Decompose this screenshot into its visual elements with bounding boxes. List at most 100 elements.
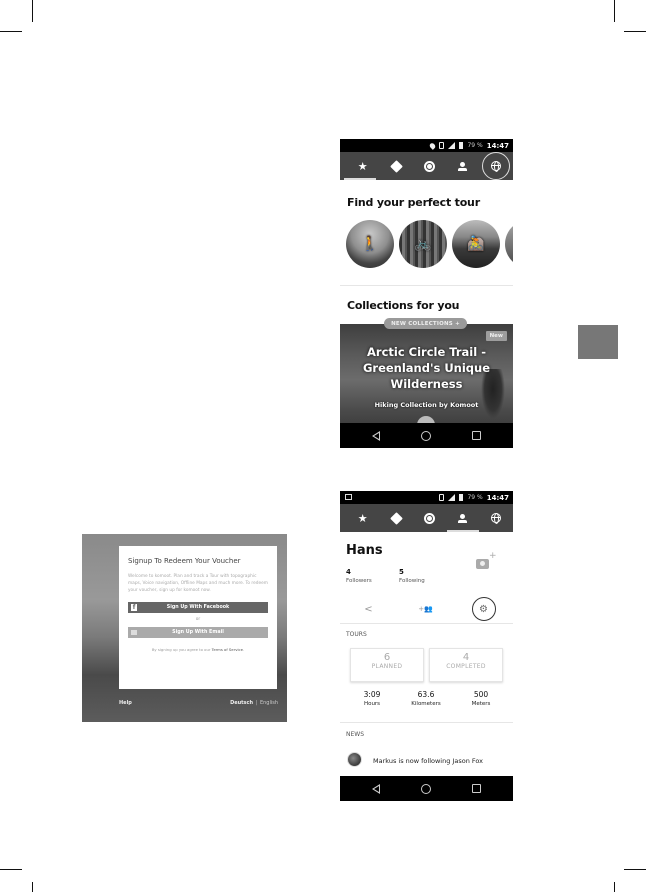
- metric-unit: Kilometers: [411, 701, 441, 707]
- settings-button[interactable]: ⚙: [471, 597, 496, 621]
- status-bar: 79 % 14:47: [340, 491, 513, 504]
- tab-profile[interactable]: [450, 153, 476, 179]
- profile-actions: < +👥 ⚙: [340, 597, 513, 621]
- terms-text: By signing up you agree to our: [151, 647, 212, 652]
- signup-screenshot: Signup To Redeem Your Voucher Welcome to…: [82, 534, 287, 722]
- signup-description: Welcome to komoot. Plan and track a Tour…: [128, 574, 268, 593]
- recent-apps-icon[interactable]: [471, 431, 481, 440]
- tab-route[interactable]: [383, 153, 409, 179]
- collection-title-line: Greenland's Unique: [362, 361, 491, 375]
- tours-label: TOURS: [346, 631, 367, 638]
- sport-mountain-biking[interactable]: 🚵: [452, 220, 500, 268]
- clock: 14:47: [486, 141, 509, 150]
- tab-profile[interactable]: [450, 505, 476, 531]
- status-bar: 79 % 14:47: [340, 139, 513, 152]
- bicycle-icon: 🚲: [414, 236, 432, 252]
- signup-email-button[interactable]: Sign Up With Email: [128, 627, 268, 638]
- home-icon[interactable]: [420, 783, 431, 794]
- sport-cycling[interactable]: 🚲: [399, 220, 447, 268]
- add-friends-button[interactable]: +👥: [415, 598, 437, 620]
- tab-favorites[interactable]: ★: [350, 153, 376, 179]
- news-item[interactable]: Markus is now following Jason Fox: [373, 757, 483, 765]
- collection-subtitle: Hiking Collection by Komoot: [374, 401, 479, 409]
- profile-name: Hans: [346, 543, 383, 558]
- collection-title-line: Arctic Circle Trail -: [367, 345, 486, 359]
- tab-favorites[interactable]: ★: [350, 505, 376, 531]
- tab-discover[interactable]: [482, 152, 511, 180]
- crop-mark: [0, 869, 22, 870]
- signal-icon: [448, 494, 456, 501]
- sport-hiking[interactable]: 🚶: [346, 220, 394, 268]
- collections-title: Collections for you: [347, 299, 460, 312]
- globe-icon: [491, 513, 502, 524]
- divider: [340, 722, 513, 723]
- tab-record[interactable]: [416, 505, 442, 531]
- top-nav: ★: [340, 152, 513, 180]
- record-icon: [423, 160, 435, 172]
- add-friends-icon: +👥: [418, 605, 433, 613]
- clock: 14:47: [486, 493, 509, 502]
- system-nav-bar: [340, 423, 513, 448]
- help-link[interactable]: Help: [119, 700, 132, 706]
- followers-count[interactable]: 4: [346, 568, 351, 576]
- divider: [340, 285, 513, 286]
- back-icon[interactable]: [372, 430, 381, 441]
- crop-mark: [624, 869, 646, 870]
- tab-route[interactable]: [383, 505, 409, 531]
- lang-english[interactable]: English: [260, 700, 278, 706]
- person-icon: [458, 161, 468, 171]
- following-label[interactable]: Following: [399, 578, 425, 584]
- notification-icon: [345, 494, 352, 500]
- mountain-bike-icon: 🚵: [467, 236, 485, 252]
- terms-notice: By signing up you agree to our Terms of …: [128, 647, 268, 652]
- divider: [340, 623, 513, 624]
- hiking-icon: 🚶: [361, 236, 379, 252]
- find-tour-title: Find your perfect tour: [347, 196, 480, 209]
- crop-mark: [32, 0, 33, 22]
- tab-record[interactable]: [416, 153, 442, 179]
- location-icon: [429, 141, 437, 150]
- share-button[interactable]: <: [358, 598, 380, 620]
- signal-icon: [448, 142, 456, 149]
- crop-mark: [624, 31, 646, 32]
- signup-card: Signup To Redeem Your Voucher Welcome to…: [119, 546, 277, 689]
- recent-apps-icon[interactable]: [471, 784, 481, 793]
- home-icon[interactable]: [420, 430, 431, 441]
- route-diamond-icon: [389, 511, 403, 525]
- followers-label[interactable]: Followers: [346, 578, 372, 584]
- signup-facebook-button[interactable]: f Sign Up With Facebook: [128, 602, 268, 613]
- metric-kilometers: 63.6 Kilometers: [401, 690, 451, 707]
- completed-tours-card[interactable]: 4 COMPLETED: [429, 648, 503, 682]
- discover-screenshot: 79 % 14:47 ★ Find your perfect tour 🚶 🚲 …: [340, 139, 513, 448]
- button-label: Sign Up With Email: [172, 630, 224, 635]
- vibrate-icon: [439, 142, 445, 149]
- battery-icon: [459, 142, 464, 149]
- add-photo-plus[interactable]: +: [489, 551, 497, 561]
- top-nav: ★: [340, 504, 513, 532]
- avatar[interactable]: [347, 752, 362, 767]
- profile-screenshot: 79 % 14:47 ★ Hans 4 Followers 5 Followin…: [340, 491, 513, 801]
- back-icon[interactable]: [372, 783, 381, 794]
- new-collections-button[interactable]: NEW COLLECTIONS +: [384, 318, 467, 329]
- battery-icon: [459, 494, 464, 501]
- tab-discover[interactable]: [483, 505, 509, 531]
- chapter-tab: [578, 325, 618, 359]
- active-tab-indicator: [447, 530, 479, 532]
- lang-separator: |: [255, 700, 258, 706]
- terms-text: .: [242, 647, 245, 652]
- metric-unit: Meters: [471, 701, 491, 707]
- planned-tours-card[interactable]: 6 PLANNED: [350, 648, 424, 682]
- new-badge: New: [485, 331, 507, 341]
- person-icon: [458, 513, 468, 523]
- sport-more[interactable]: [505, 220, 513, 268]
- gear-icon: ⚙: [479, 603, 488, 615]
- or-separator: or: [195, 617, 201, 622]
- signup-title: Signup To Redeem Your Voucher: [128, 557, 241, 565]
- metric-meters: 500 Meters: [456, 690, 506, 707]
- terms-link[interactable]: Terms of Service: [212, 647, 243, 652]
- camera-icon[interactable]: [476, 559, 489, 569]
- following-count[interactable]: 5: [399, 568, 404, 576]
- lang-deutsch[interactable]: Deutsch: [230, 700, 253, 706]
- collection-title-line: Wilderness: [390, 377, 463, 391]
- planned-count: 6: [383, 652, 391, 663]
